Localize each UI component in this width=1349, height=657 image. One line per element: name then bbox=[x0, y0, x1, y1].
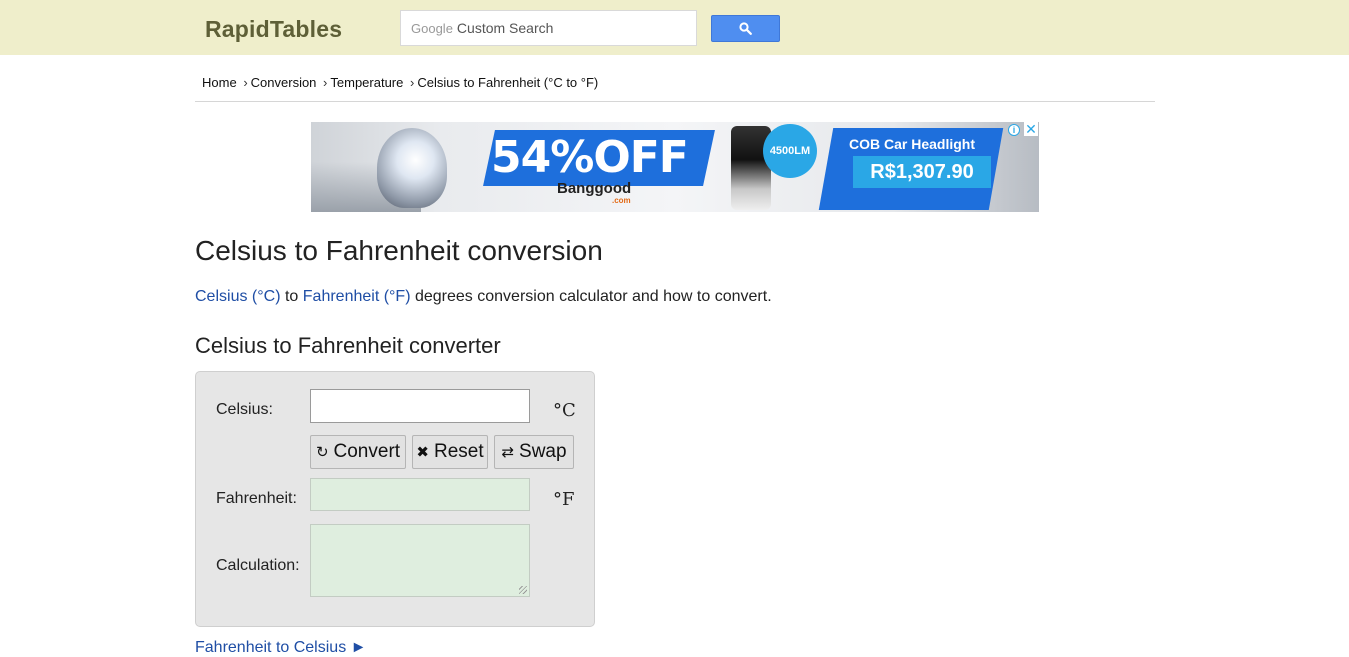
fahrenheit-link[interactable]: Fahrenheit (°F) bbox=[303, 288, 411, 305]
intro-tail: degrees conversion calculator and how to… bbox=[414, 288, 772, 305]
site-header: RapidTables Google Custom Search bbox=[0, 0, 1349, 55]
reset-button[interactable]: ✖ Reset bbox=[412, 435, 488, 469]
celsius-unit: °C bbox=[553, 400, 576, 421]
ad-bulb-image bbox=[377, 128, 447, 208]
breadcrumb-separator: › bbox=[243, 75, 248, 90]
fahrenheit-unit: °F bbox=[553, 489, 575, 510]
ad-lumens-badge: 4500LM bbox=[763, 124, 817, 178]
page-title: Celsius to Fahrenheit conversion bbox=[195, 235, 603, 266]
resize-handle[interactable] bbox=[519, 586, 527, 594]
ad-info-icon[interactable]: i bbox=[1008, 124, 1020, 136]
fahrenheit-to-celsius-link[interactable]: Fahrenheit to Celsius ► bbox=[195, 639, 366, 657]
convert-button[interactable]: ↻ Convert bbox=[310, 435, 406, 469]
breadcrumb-separator: › bbox=[410, 75, 415, 90]
reset-button-label: Reset bbox=[433, 441, 484, 462]
ad-brand-sub: .com bbox=[612, 196, 631, 205]
ad-close-icon[interactable]: ✕ bbox=[1024, 122, 1038, 136]
fahrenheit-label: Fahrenheit: bbox=[216, 490, 297, 507]
refresh-icon: ↻ bbox=[315, 443, 329, 461]
ad-product: COB Car Headlight bbox=[849, 136, 976, 152]
celsius-label: Celsius: bbox=[216, 401, 273, 418]
breadcrumb-conversion[interactable]: Conversion bbox=[251, 75, 317, 90]
breadcrumb-current: Celsius to Fahrenheit (°C to °F) bbox=[417, 75, 599, 90]
celsius-link[interactable]: Celsius (°C) bbox=[195, 288, 281, 305]
calculation-label: Calculation: bbox=[216, 557, 300, 574]
fahrenheit-output[interactable] bbox=[310, 478, 530, 511]
ad-price: R$1,307.90 bbox=[853, 156, 991, 188]
site-logo[interactable]: RapidTables bbox=[205, 16, 342, 43]
ad-headline: 54%OFF bbox=[491, 132, 689, 183]
calculation-output[interactable] bbox=[310, 524, 530, 597]
swap-button-label: Swap bbox=[519, 441, 567, 462]
x-icon: ✖ bbox=[416, 443, 429, 461]
celsius-input[interactable] bbox=[310, 389, 530, 423]
intro-mid: to bbox=[284, 288, 299, 305]
swap-icon: ⇄ bbox=[501, 443, 515, 461]
search-icon bbox=[739, 22, 752, 35]
section-title: Celsius to Fahrenheit converter bbox=[195, 333, 501, 358]
google-brand: Google bbox=[411, 20, 453, 36]
divider bbox=[195, 101, 1155, 102]
intro-text: Celsius (°C) to Fahrenheit (°F) degrees … bbox=[195, 288, 772, 306]
search-placeholder: Custom Search bbox=[456, 20, 554, 36]
ad-brand: Banggood bbox=[557, 180, 632, 197]
swap-button[interactable]: ⇄ Swap bbox=[494, 435, 574, 469]
ad-banner[interactable]: 54%OFF Banggood .com 4500LM COB Car Head… bbox=[311, 122, 1039, 212]
breadcrumb-separator: › bbox=[323, 75, 328, 90]
breadcrumb-home[interactable]: Home bbox=[202, 75, 237, 90]
search-input[interactable]: Google Custom Search bbox=[400, 10, 697, 46]
breadcrumb-temperature[interactable]: Temperature bbox=[330, 75, 403, 90]
breadcrumb: Home › Conversion › Temperature › Celsius t… bbox=[202, 75, 598, 90]
search-button[interactable] bbox=[711, 15, 780, 42]
convert-button-label: Convert bbox=[333, 441, 401, 462]
converter-panel: Celsius: °C ↻ Convert ✖ Reset ⇄ Swap Fah… bbox=[195, 371, 595, 627]
